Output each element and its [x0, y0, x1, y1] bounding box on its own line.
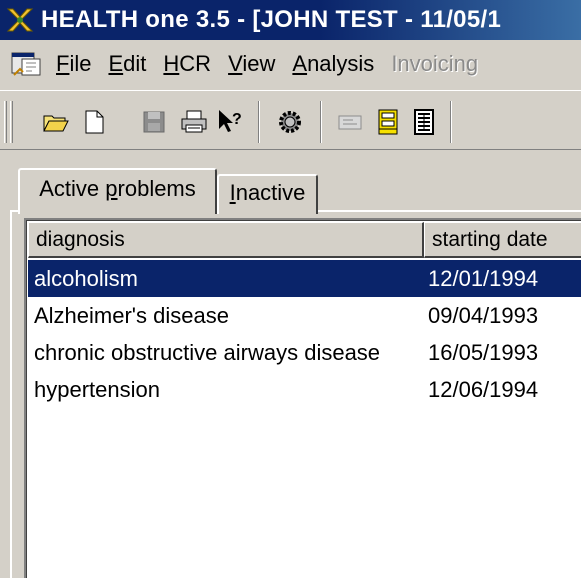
- settings-gear-icon: [279, 111, 301, 133]
- tab-strip: Active problems Inactive: [0, 150, 581, 214]
- new-document-icon: [85, 110, 104, 134]
- calculator-icon: [414, 109, 434, 135]
- title-bar[interactable]: HEALTH one 3.5 - [JOHN TEST - 11/05/1: [0, 0, 581, 40]
- toolbar-separator: [450, 101, 452, 143]
- card-button[interactable]: [334, 106, 366, 138]
- app-logo-icon: [6, 8, 34, 32]
- calculator-button[interactable]: [408, 106, 440, 138]
- save-button[interactable]: [138, 106, 170, 138]
- toolbar-separator: [320, 101, 322, 143]
- document-window-icon[interactable]: [10, 49, 42, 79]
- tab-active-problems[interactable]: Active problems: [18, 168, 217, 214]
- cell-starting-date: 09/04/1993: [428, 303, 539, 328]
- svg-text:?: ?: [232, 111, 242, 128]
- menu-edit[interactable]: Edit: [108, 51, 146, 77]
- settings-button[interactable]: [274, 106, 306, 138]
- cell-diagnosis: alcoholism: [34, 266, 138, 291]
- menu-bar: File Edit HCR View Analysis Invoicing: [0, 40, 581, 88]
- toolbar: ?: [0, 90, 581, 150]
- cell-diagnosis: hypertension: [34, 377, 160, 402]
- menu-hcr[interactable]: HCR: [163, 51, 211, 77]
- print-button[interactable]: [178, 106, 210, 138]
- toolbar-grip[interactable]: [10, 101, 13, 143]
- column-header-diagnosis[interactable]: diagnosis: [28, 222, 424, 258]
- context-help-button[interactable]: ?: [214, 106, 246, 138]
- context-help-icon: ?: [219, 110, 242, 132]
- menu-file[interactable]: File: [56, 51, 91, 77]
- file-cabinet-icon: [378, 109, 398, 135]
- list-row[interactable]: Alzheimer's disease 09/04/1993: [28, 297, 581, 334]
- toolbar-grip[interactable]: [4, 101, 7, 143]
- tab-inactive[interactable]: Inactive: [217, 174, 318, 214]
- window-title: HEALTH one 3.5 - [JOHN TEST - 11/05/1: [41, 6, 502, 33]
- cell-diagnosis: Alzheimer's disease: [34, 303, 229, 328]
- column-header-starting-date[interactable]: starting date: [424, 222, 581, 258]
- print-icon: [181, 110, 207, 133]
- card-icon: [338, 115, 362, 130]
- menu-invoicing[interactable]: Invoicing: [391, 51, 478, 77]
- toolbar-separator: [258, 101, 260, 143]
- save-icon: [143, 111, 165, 133]
- list-header: diagnosis starting date: [28, 222, 581, 258]
- open-folder-icon: [43, 115, 69, 132]
- list-row[interactable]: hypertension 12/06/1994: [28, 371, 581, 408]
- menu-analysis[interactable]: Analysis: [292, 51, 374, 77]
- problems-list[interactable]: diagnosis starting date alcoholism 12/01…: [24, 218, 581, 578]
- list-row[interactable]: chronic obstructive airways disease 16/0…: [28, 334, 581, 371]
- cell-starting-date: 16/05/1993: [428, 340, 539, 365]
- list-row[interactable]: alcoholism 12/01/1994: [28, 260, 581, 297]
- cell-starting-date: 12/01/1994: [428, 266, 539, 291]
- menu-view[interactable]: View: [228, 51, 275, 77]
- new-button[interactable]: [78, 106, 110, 138]
- list-rows: alcoholism 12/01/1994 Alzheimer's diseas…: [28, 260, 581, 408]
- open-button[interactable]: [40, 106, 72, 138]
- file-cabinet-button[interactable]: [372, 106, 404, 138]
- cell-starting-date: 12/06/1994: [428, 377, 539, 402]
- cell-diagnosis: chronic obstructive airways disease: [34, 340, 381, 365]
